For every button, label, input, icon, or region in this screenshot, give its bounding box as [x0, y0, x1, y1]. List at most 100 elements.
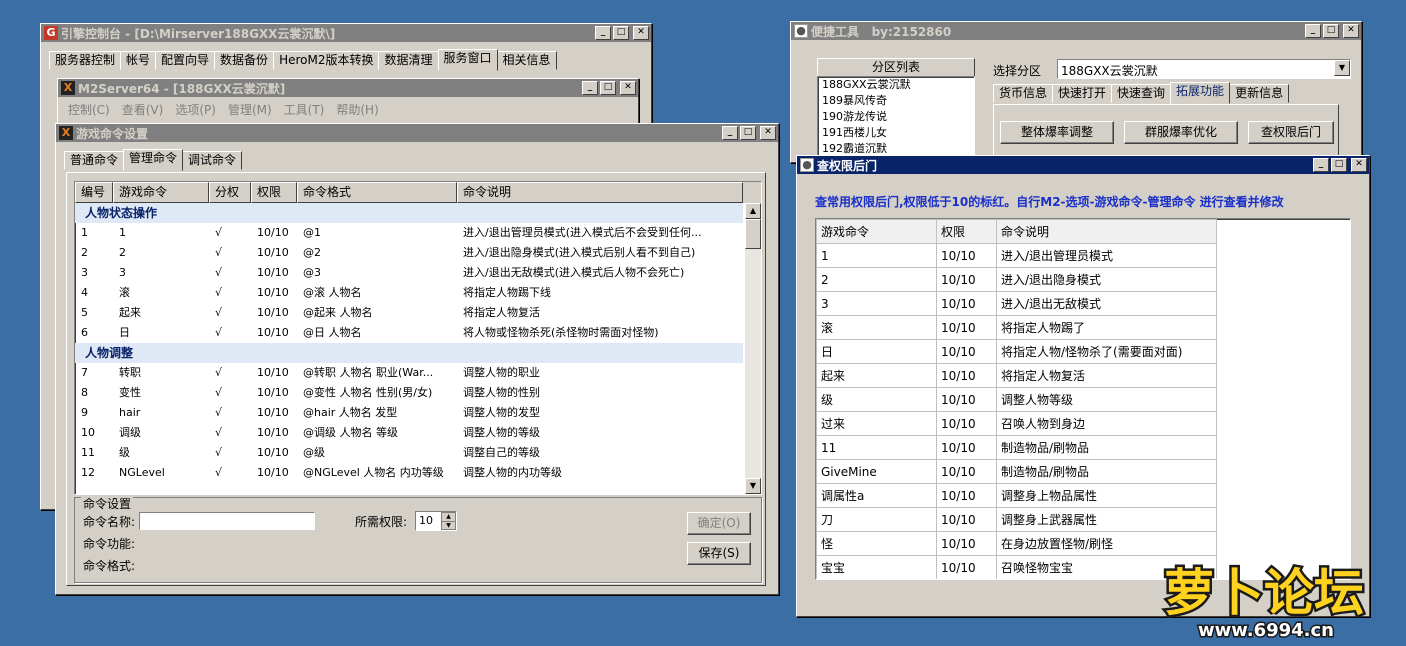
table-row[interactable]: 怪 10/10 在身边放置怪物/刷怪: [816, 531, 1217, 556]
m2-menu-item-1[interactable]: 查看(V): [116, 101, 170, 118]
scroll-down-icon[interactable]: ▼: [745, 478, 761, 494]
minimize-icon[interactable]: _: [1305, 24, 1321, 38]
table-row[interactable]: 4 滚 √ 10/10 @滚 人物名 将指定人物踢下线: [75, 283, 743, 303]
minimize-icon[interactable]: _: [722, 126, 738, 140]
table-row[interactable]: 过来 10/10 召唤人物到身边: [816, 411, 1217, 436]
close-icon[interactable]: ✕: [1351, 158, 1367, 172]
table-row[interactable]: 级 10/10 调整人物等级: [816, 387, 1217, 412]
table-row[interactable]: 8 变性 √ 10/10 @变性 人物名 性别(男/女) 调整人物的性别: [75, 383, 743, 403]
close-icon[interactable]: ✕: [620, 81, 636, 95]
list-item[interactable]: 189暴风传奇: [818, 93, 974, 109]
game-command-titlebar[interactable]: X 游戏命令设置 _ □ ✕: [56, 124, 778, 142]
column-header[interactable]: 游戏命令: [113, 182, 209, 203]
table-row[interactable]: 11 10/10 制造物品/刷物品: [816, 435, 1217, 460]
minimize-icon[interactable]: _: [595, 26, 611, 40]
table-row[interactable]: 2 2 √ 10/10 @2 进入/退出隐身模式(进入模式后别人看不到自己): [75, 243, 743, 263]
command-list-view[interactable]: 编号 游戏命令 分权 权限 命令格式 命令说明 人物状态操作 1 1 √ 10/10 @1 进入/退出…: [74, 181, 762, 495]
console-tab-1[interactable]: 帐号: [120, 51, 157, 70]
close-icon[interactable]: ✕: [1343, 24, 1359, 38]
table-row[interactable]: GiveMine 10/10 制造物品/刷物品: [816, 459, 1217, 484]
table-row[interactable]: 7 转职 √ 10/10 @转职 人物名 职业(War... 调整人物的职业: [75, 363, 743, 383]
maximize-icon[interactable]: □: [1331, 158, 1347, 172]
command-tab-1[interactable]: 管理命令: [123, 149, 184, 171]
maximize-icon[interactable]: □: [740, 126, 756, 140]
column-header[interactable]: 游戏命令: [816, 219, 937, 244]
console-tab-5[interactable]: 数据清理: [378, 51, 439, 70]
table-row[interactable]: 9 hair √ 10/10 @hair 人物名 发型 调整人物的发型: [75, 403, 743, 423]
column-header[interactable]: 分权: [209, 182, 251, 203]
command-group-header[interactable]: 人物调整: [75, 343, 743, 363]
overall-drop-rate-button[interactable]: 整体爆率调整: [1000, 121, 1114, 144]
close-icon[interactable]: ✕: [760, 126, 776, 140]
m2server-titlebar[interactable]: X M2Server64 - [188GXX云裳沉默] _ □ ✕: [58, 79, 638, 97]
scroll-up-icon[interactable]: ▲: [745, 203, 761, 219]
table-row[interactable]: 2 10/10 进入/退出隐身模式: [816, 267, 1217, 292]
table-row[interactable]: 5 起来 √ 10/10 @起来 人物名 将指定人物复活: [75, 303, 743, 323]
column-header[interactable]: 命令说明: [457, 182, 743, 203]
m2-menu-item-4[interactable]: 工具(T): [278, 101, 331, 118]
column-header[interactable]: 命令说明: [996, 219, 1217, 244]
table-row[interactable]: 3 3 √ 10/10 @3 进入/退出无敌模式(进入模式后人物不会死亡): [75, 263, 743, 283]
tools-tab-1[interactable]: 快速打开: [1052, 84, 1113, 103]
table-row[interactable]: 10 调级 √ 10/10 @调级 人物名 等级 调整人物的等级: [75, 423, 743, 443]
spin-down-icon[interactable]: ▼: [441, 521, 456, 530]
list-item[interactable]: 191西楼儿女: [818, 125, 974, 141]
table-row[interactable]: 6 日 √ 10/10 @日 人物名 将人物或怪物杀死(杀怪物时需面对怪物): [75, 323, 743, 343]
table-row[interactable]: 宝宝 10/10 召唤怪物宝宝: [816, 555, 1217, 579]
command-list-scrollbar[interactable]: ▲ ▼: [745, 203, 761, 494]
column-header[interactable]: 命令格式: [297, 182, 457, 203]
command-group-header[interactable]: 人物状态操作: [75, 203, 743, 223]
m2-menu-item-0[interactable]: 控制(C): [62, 101, 116, 118]
backdoor-grid[interactable]: 游戏命令 权限 命令说明 1 10/10 进入/退出管理员模式 2 10/10 进入/退出隐身模…: [815, 218, 1351, 580]
list-item[interactable]: 188GXX云裳沉默: [818, 77, 974, 93]
tools-tab-3[interactable]: 拓展功能: [1170, 82, 1231, 104]
column-header[interactable]: 编号: [75, 182, 113, 203]
console-tab-4[interactable]: HeroM2版本转换: [273, 51, 380, 70]
chevron-down-icon[interactable]: ▼: [1334, 60, 1350, 76]
console-tab-2[interactable]: 配置向导: [155, 51, 216, 70]
column-header[interactable]: 权限: [251, 182, 297, 203]
engine-console-titlebar[interactable]: G 引擎控制台 - [D:\Mirserver188GXX云裳沉默\] _ □ …: [41, 24, 651, 42]
console-tab-6[interactable]: 服务窗口: [437, 49, 498, 71]
command-tab-2[interactable]: 调试命令: [182, 151, 243, 170]
minimize-icon[interactable]: _: [1313, 158, 1329, 172]
m2-menu-item-3[interactable]: 管理(M): [222, 101, 278, 118]
tools-tab-4[interactable]: 更新信息: [1229, 84, 1290, 103]
table-row[interactable]: 日 10/10 将指定人物/怪物杀了(需要面对面): [816, 339, 1217, 364]
maximize-icon[interactable]: □: [600, 81, 616, 95]
table-row[interactable]: 滚 10/10 将指定人物踢了: [816, 315, 1217, 340]
m2-menu-item-5[interactable]: 帮助(H): [330, 101, 384, 118]
column-header[interactable]: 权限: [936, 219, 997, 244]
table-row[interactable]: 12 NGLevel √ 10/10 @NGLevel 人物名 内功等级 调整人物的内功等…: [75, 463, 743, 483]
confirm-button[interactable]: 确定(O): [687, 512, 751, 535]
maximize-icon[interactable]: □: [613, 26, 629, 40]
maximize-icon[interactable]: □: [1323, 24, 1339, 38]
zone-list[interactable]: 188GXX云裳沉默 189暴风传奇 190游龙传说 191西楼儿女 192霸道沉默: [817, 76, 975, 162]
group-server-drop-optimize-button[interactable]: 群服爆率优化: [1124, 121, 1238, 144]
minimize-icon[interactable]: _: [582, 81, 598, 95]
table-row[interactable]: 1 1 √ 10/10 @1 进入/退出管理员模式(进入模式后不会受到任何...: [75, 223, 743, 243]
table-row[interactable]: 起来 10/10 将指定人物复活: [816, 363, 1217, 388]
table-row[interactable]: 刀 10/10 调整身上武器属性: [816, 507, 1217, 532]
table-row[interactable]: 调属性a 10/10 调整身上物品属性: [816, 483, 1217, 508]
save-button[interactable]: 保存(S): [687, 542, 751, 565]
tools-tab-2[interactable]: 快速查询: [1111, 84, 1172, 103]
console-tab-0[interactable]: 服务器控制: [49, 51, 122, 70]
m2-menu-item-2[interactable]: 选项(P): [169, 101, 222, 118]
console-tab-3[interactable]: 数据备份: [214, 51, 275, 70]
table-row[interactable]: 3 10/10 进入/退出无敌模式: [816, 291, 1217, 316]
tools-titlebar[interactable]: ● 便捷工具 by:2152860 _ □ ✕: [791, 22, 1361, 40]
command-name-input[interactable]: [139, 512, 315, 530]
backdoor-titlebar[interactable]: ● 查权限后门 _ □ ✕: [797, 156, 1369, 174]
command-tab-0[interactable]: 普通命令: [64, 151, 125, 170]
list-item[interactable]: 190游龙传说: [818, 109, 974, 125]
table-row[interactable]: 11 级 √ 10/10 @级 调整自己的等级: [75, 443, 743, 463]
table-row[interactable]: 1 10/10 进入/退出管理员模式: [816, 243, 1217, 268]
permission-spinner[interactable]: 10 ▲ ▼: [415, 511, 457, 531]
zone-select[interactable]: 188GXX云裳沉默 ▼: [1057, 59, 1351, 79]
console-tab-7[interactable]: 相关信息: [496, 51, 557, 70]
scroll-thumb[interactable]: [745, 219, 761, 249]
check-permission-backdoor-button[interactable]: 查权限后门: [1248, 121, 1334, 144]
close-icon[interactable]: ✕: [633, 26, 649, 40]
tools-tab-0[interactable]: 货币信息: [993, 84, 1054, 103]
